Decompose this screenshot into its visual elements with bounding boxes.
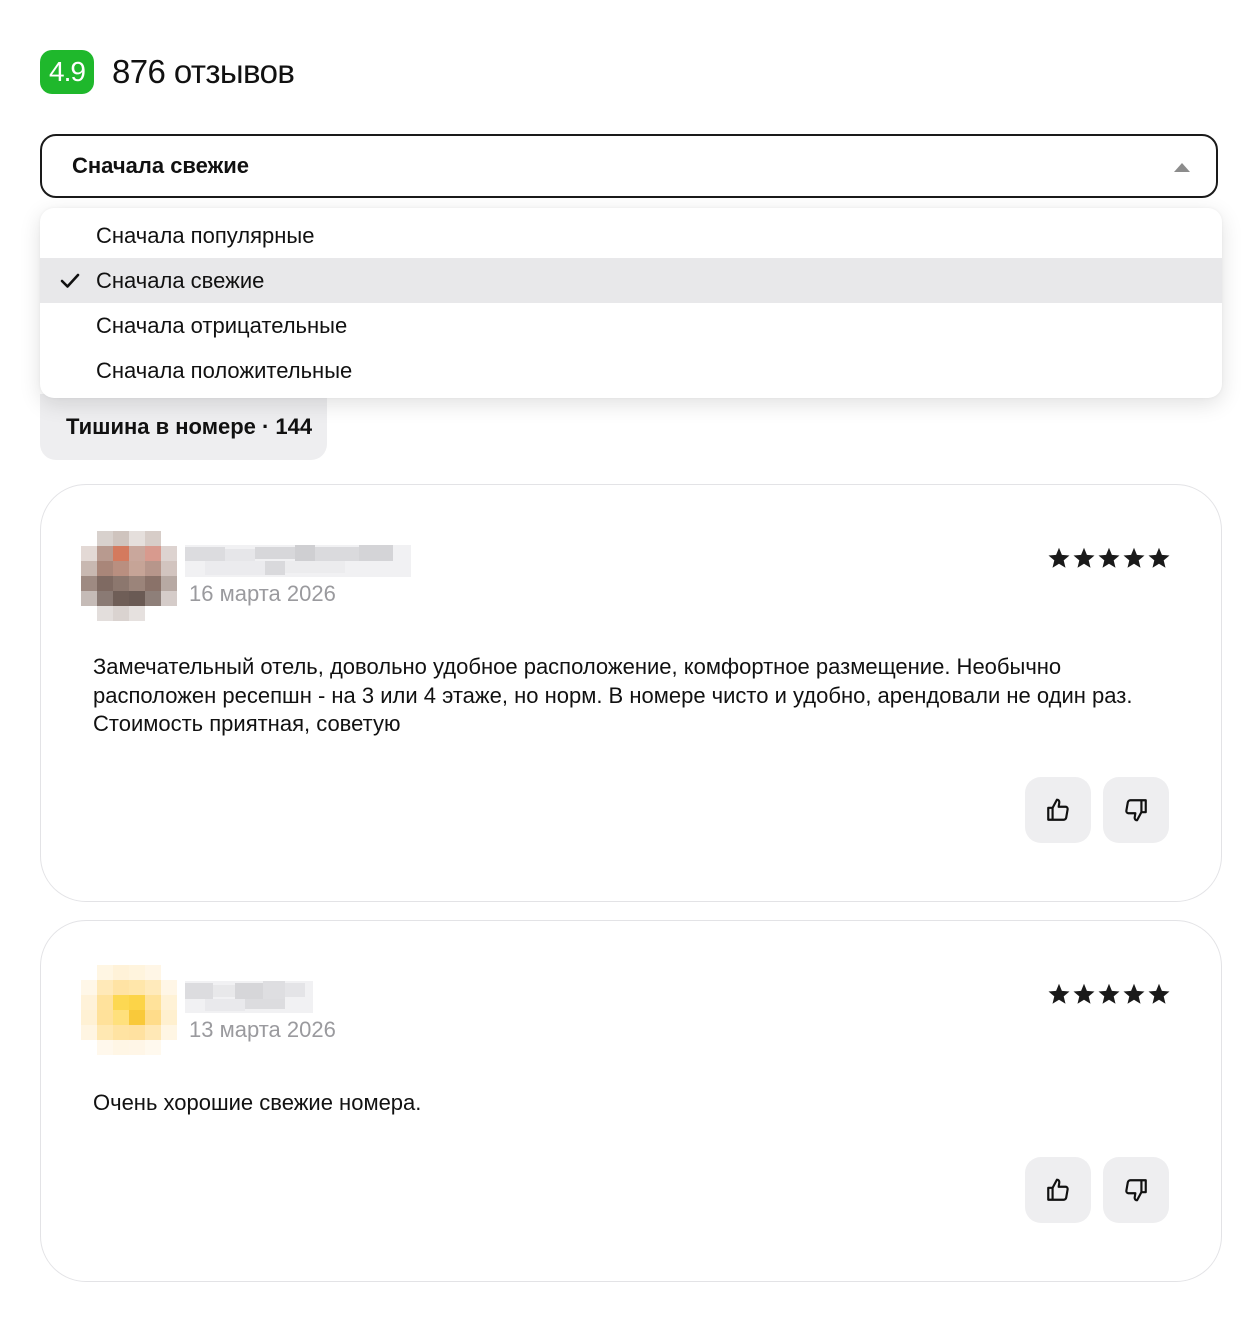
dislike-button[interactable] [1103, 1157, 1169, 1223]
like-button[interactable] [1025, 777, 1091, 843]
sort-option-label: Сначала положительные [96, 357, 353, 383]
review-text: Очень хорошие свежие номера. [93, 1090, 422, 1115]
thumbs-up-icon [1047, 1178, 1069, 1201]
sort-select[interactable]: Сначала свежие [40, 134, 1218, 198]
thumbs-down-icon [1125, 799, 1147, 822]
review-text: Замечательный отель, довольно удобное ра… [93, 654, 1133, 736]
star-icon [1123, 983, 1145, 1004]
thumbs-down-icon [1125, 1179, 1147, 1202]
avatar[interactable] [81, 531, 177, 621]
review-card: 16 марта 2026 Замечательный отель, довол… [40, 484, 1222, 902]
reviews-count: 876 отзывов [112, 53, 295, 90]
sort-option-label: Сначала отрицательные [96, 312, 348, 338]
star-icon [1073, 547, 1095, 568]
review-card: 13 марта 2026 Очень хорошие свежие номер… [40, 920, 1222, 1282]
star-icon [1148, 983, 1170, 1004]
rating-stars [1047, 982, 1171, 1006]
caret-up-icon [1174, 163, 1190, 172]
star-icon [1123, 547, 1145, 568]
star-icon [1073, 983, 1095, 1004]
dislike-button[interactable] [1103, 777, 1169, 843]
star-icon [1098, 983, 1120, 1004]
star-icon [1098, 547, 1120, 568]
review-date: 13 марта 2026 [189, 1017, 336, 1042]
rating-badge: 4.9 [40, 50, 94, 94]
author-name-blurred [185, 981, 313, 1013]
star-icon [1048, 983, 1070, 1004]
like-button[interactable] [1025, 1157, 1091, 1223]
sort-select-value: Сначала свежие [72, 153, 249, 178]
author-name-blurred [185, 545, 411, 577]
avatar[interactable] [81, 965, 177, 1055]
sort-option-positive[interactable]: Сначала положительные [40, 348, 1222, 393]
tag-chip-silence[interactable]: Тишина в номере · 144 [40, 394, 327, 460]
reviews-header: 4.9 876 отзывов [40, 50, 295, 94]
sort-option-label: Сначала свежие [96, 267, 265, 293]
rating-stars [1047, 546, 1171, 570]
sort-option-label: Сначала популярные [96, 222, 315, 248]
checkmark-icon [60, 273, 80, 288]
review-date: 16 марта 2026 [189, 581, 336, 606]
thumbs-up-icon [1047, 798, 1069, 821]
sort-option-negative[interactable]: Сначала отрицательные [40, 303, 1222, 348]
star-icon [1148, 547, 1170, 568]
sort-option-newest[interactable]: Сначала свежие [40, 258, 1222, 303]
star-icon [1048, 547, 1070, 568]
sort-dropdown: Сначала популярные Сначала свежие Сначал… [40, 208, 1222, 398]
sort-option-popular[interactable]: Сначала популярные [40, 213, 1222, 258]
